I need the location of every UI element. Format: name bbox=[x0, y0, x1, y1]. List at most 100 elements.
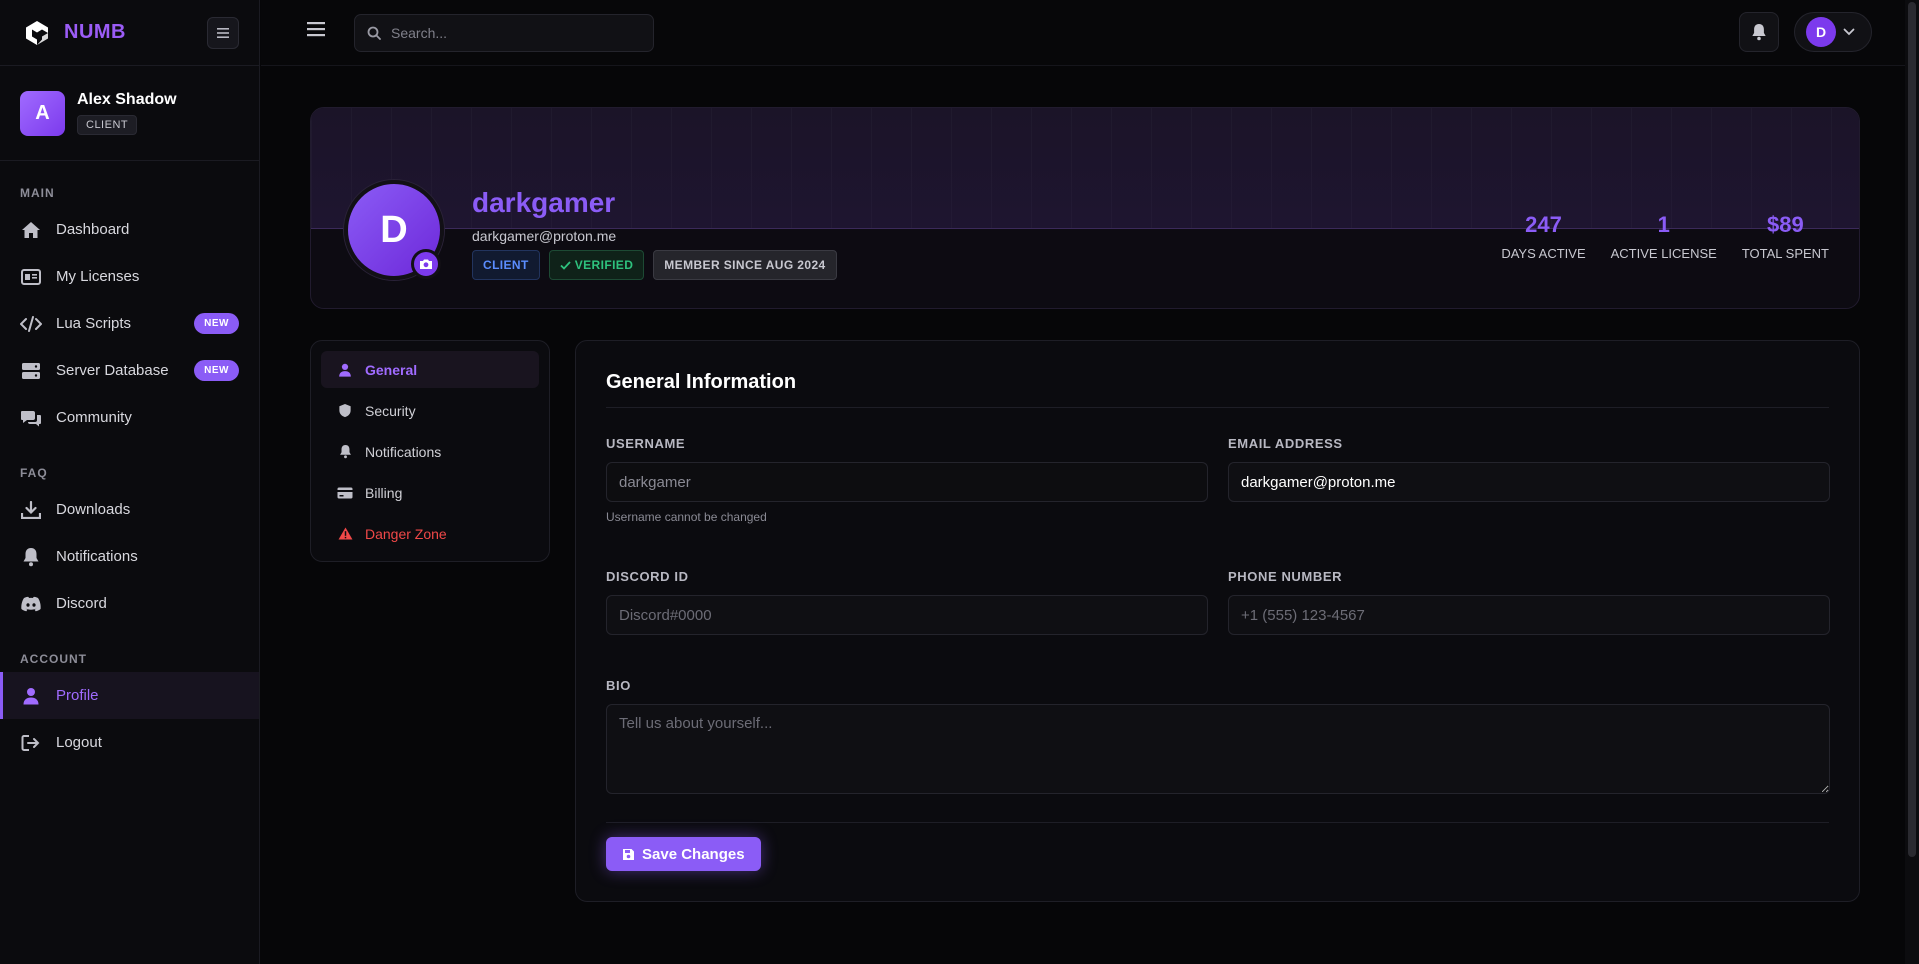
username-help-text: Username cannot be changed bbox=[606, 510, 767, 524]
user-role-badge: CLIENT bbox=[77, 115, 138, 135]
check-icon bbox=[560, 260, 571, 270]
settings-tab-label: General bbox=[365, 361, 418, 378]
settings-tab-danger-zone[interactable]: Danger Zone bbox=[321, 515, 539, 552]
sidebar-item-label: Downloads bbox=[56, 501, 131, 518]
chat-icon bbox=[20, 407, 42, 429]
discord-id-field[interactable] bbox=[606, 595, 1208, 635]
profile-stats: 247 DAYS ACTIVE 1 ACTIVE LICENSE $89 TOT… bbox=[1501, 212, 1829, 261]
sidebar-item-community[interactable]: Community bbox=[0, 394, 259, 441]
id-card-icon bbox=[20, 266, 42, 288]
user-name: Alex Shadow bbox=[77, 91, 177, 108]
user-icon bbox=[337, 362, 353, 378]
stat-value: 1 bbox=[1657, 212, 1670, 237]
settings-tab-billing[interactable]: Billing bbox=[321, 474, 539, 511]
sidebar-item-label: Profile bbox=[56, 687, 99, 704]
sidebar-item-profile[interactable]: Profile bbox=[0, 672, 259, 719]
sidebar-item-label: Community bbox=[56, 409, 132, 426]
settings-nav: General Security Notifications Billing D… bbox=[310, 340, 550, 562]
sidebar-item-label: Lua Scripts bbox=[56, 315, 132, 332]
discord-icon bbox=[20, 593, 42, 615]
settings-tab-notifications[interactable]: Notifications bbox=[321, 433, 539, 470]
email-field[interactable] bbox=[1228, 462, 1830, 502]
search-icon bbox=[367, 26, 381, 40]
phone-number-field[interactable] bbox=[1228, 595, 1830, 635]
profile-username: darkgamer bbox=[472, 187, 616, 218]
nav-section-faq: FAQ bbox=[20, 466, 48, 480]
client-badge: CLIENT bbox=[472, 250, 540, 280]
sidebar-item-server-database[interactable]: Server Database NEW bbox=[0, 347, 259, 394]
form-divider bbox=[606, 822, 1829, 823]
profile-email: darkgamer@proton.me bbox=[472, 228, 617, 244]
scrollbar-thumb[interactable] bbox=[1908, 2, 1916, 857]
sidebar: NUMB A Alex Shadow CLIENT MAIN Dashboard… bbox=[0, 0, 260, 964]
settings-tab-label: Security bbox=[365, 402, 416, 419]
bell-icon bbox=[337, 444, 353, 460]
save-button[interactable]: Save Changes bbox=[606, 837, 761, 871]
username-field bbox=[606, 462, 1208, 502]
search-input[interactable] bbox=[391, 25, 641, 41]
code-icon bbox=[20, 313, 42, 335]
avatar: A bbox=[20, 90, 65, 136]
settings-tab-general[interactable]: General bbox=[321, 351, 539, 388]
nav-section-main: MAIN bbox=[20, 186, 55, 200]
notifications-button[interactable] bbox=[1739, 12, 1779, 52]
sidebar-item-lua-scripts[interactable]: Lua Scripts NEW bbox=[0, 300, 259, 347]
user-menu-button[interactable]: D bbox=[1794, 12, 1872, 52]
sidebar-item-downloads[interactable]: Downloads bbox=[0, 486, 259, 533]
page-scrollbar[interactable] bbox=[1905, 0, 1919, 964]
verified-label: VERIFIED bbox=[574, 258, 634, 272]
stat-days-active: 247 DAYS ACTIVE bbox=[1501, 212, 1585, 261]
sidebar-collapse-button[interactable] bbox=[207, 17, 239, 49]
discord-id-label: DISCORD ID bbox=[606, 569, 689, 584]
search-box[interactable] bbox=[354, 14, 654, 52]
nav-section-account: ACCOUNT bbox=[20, 652, 87, 666]
sidebar-item-notifications[interactable]: Notifications bbox=[0, 533, 259, 580]
bell-icon bbox=[20, 546, 42, 568]
bio-label: BIO bbox=[606, 678, 631, 693]
avatar: D bbox=[1806, 17, 1836, 47]
menu-lines-icon bbox=[217, 28, 229, 38]
brand: NUMB bbox=[0, 0, 259, 66]
camera-icon bbox=[420, 259, 432, 269]
general-information-form: General Information USERNAME Username ca… bbox=[575, 340, 1860, 902]
bio-textarea[interactable] bbox=[606, 704, 1830, 794]
sidebar-item-my-licenses[interactable]: My Licenses bbox=[0, 253, 259, 300]
chevron-down-icon bbox=[1843, 28, 1855, 36]
stat-value: 247 bbox=[1525, 212, 1562, 237]
stat-total-spent: $89 TOTAL SPENT bbox=[1742, 212, 1829, 261]
user-icon bbox=[20, 685, 42, 707]
change-avatar-button[interactable] bbox=[411, 249, 441, 279]
hamburger-icon bbox=[307, 22, 325, 37]
stat-label: ACTIVE LICENSE bbox=[1610, 246, 1717, 261]
stat-label: TOTAL SPENT bbox=[1741, 246, 1829, 261]
sidebar-item-logout[interactable]: Logout bbox=[0, 719, 259, 766]
username-label: USERNAME bbox=[606, 436, 686, 451]
sidebar-item-dashboard[interactable]: Dashboard bbox=[0, 206, 259, 253]
stat-label: DAYS ACTIVE bbox=[1501, 246, 1586, 261]
bell-icon bbox=[1752, 24, 1766, 41]
phone-number-label: PHONE NUMBER bbox=[1228, 569, 1343, 584]
sidebar-item-label: My Licenses bbox=[56, 268, 140, 285]
credit-card-icon bbox=[337, 485, 353, 501]
save-icon bbox=[623, 848, 634, 860]
profile-header: D darkgamer darkgamer@proton.me CLIENT V… bbox=[310, 107, 1860, 309]
sidebar-item-label: Logout bbox=[56, 734, 102, 751]
sidebar-item-discord[interactable]: Discord bbox=[0, 580, 259, 627]
menu-toggle-button[interactable] bbox=[305, 20, 329, 44]
topbar: D bbox=[261, 0, 1919, 66]
verified-badge: VERIFIED bbox=[548, 250, 645, 280]
sidebar-item-label: Discord bbox=[56, 595, 107, 612]
new-badge: NEW bbox=[194, 360, 239, 381]
new-badge: NEW bbox=[194, 313, 239, 334]
shield-icon bbox=[337, 403, 353, 419]
brand-name[interactable]: NUMB bbox=[64, 21, 126, 44]
form-title: General Information bbox=[606, 371, 797, 393]
numb-logo-icon[interactable] bbox=[20, 16, 54, 50]
settings-tab-label: Danger Zone bbox=[365, 525, 447, 542]
settings-tab-security[interactable]: Security bbox=[321, 392, 539, 429]
settings-tab-label: Billing bbox=[365, 484, 403, 501]
member-since-badge: MEMBER SINCE AUG 2024 bbox=[653, 250, 837, 280]
sidebar-user-card: A Alex Shadow CLIENT bbox=[0, 66, 259, 161]
save-button-label: Save Changes bbox=[642, 845, 745, 863]
home-icon bbox=[20, 219, 42, 241]
